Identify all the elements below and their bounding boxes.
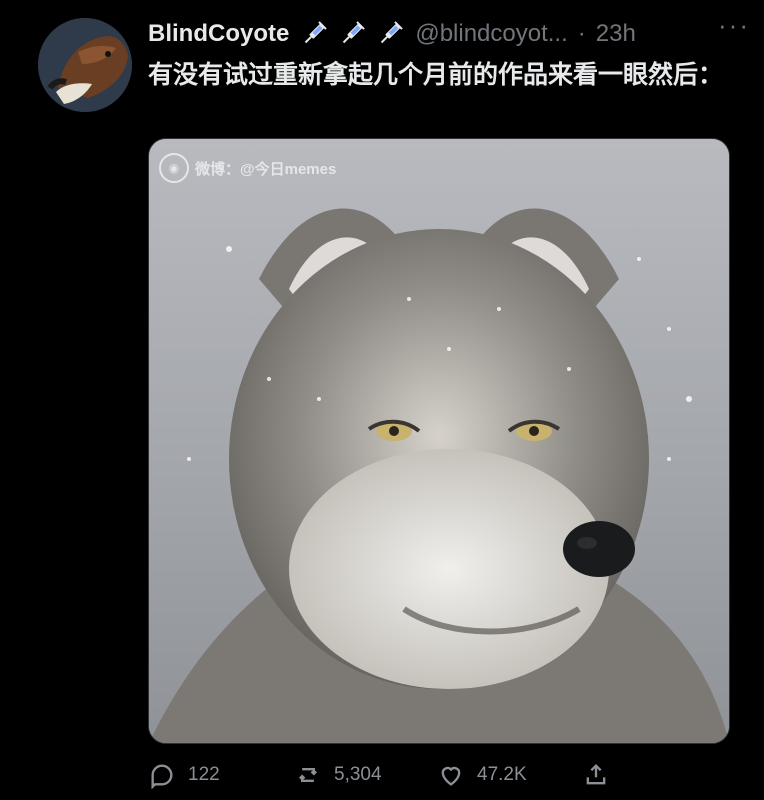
tweet-media[interactable]: ◉ 微博：@今日memes bbox=[148, 138, 730, 744]
watermark: ◉ 微博：@今日memes bbox=[159, 153, 336, 183]
syringe-icon bbox=[381, 21, 404, 44]
weibo-icon: ◉ bbox=[159, 153, 189, 183]
display-name[interactable]: BlindCoyote bbox=[148, 20, 289, 48]
like-count: 47.2K bbox=[477, 764, 527, 785]
syringe-icon bbox=[305, 21, 328, 44]
retweet-icon bbox=[299, 768, 317, 782]
reply-icon bbox=[151, 764, 173, 789]
separator-dot: · bbox=[577, 20, 586, 47]
retweet-count: 5,304 bbox=[334, 764, 382, 785]
avatar-image bbox=[38, 18, 132, 112]
share-button[interactable] bbox=[582, 761, 610, 789]
heart-icon bbox=[441, 766, 461, 786]
watermark-text: 微博：@今日memes bbox=[195, 160, 337, 178]
tweet-actions: 122 5,304 47.2K bbox=[148, 758, 748, 792]
syringe-icon bbox=[343, 21, 366, 44]
avatar[interactable] bbox=[38, 18, 132, 112]
tweet-header: BlindCoyote @blindcoyot... · 23h bbox=[148, 16, 748, 52]
share-icon bbox=[586, 764, 606, 785]
handle[interactable]: @blindcoyot... bbox=[415, 20, 567, 48]
like-button[interactable]: 47.2K bbox=[437, 761, 582, 789]
timestamp[interactable]: 23h bbox=[596, 20, 636, 48]
tweet-text: 有没有试过重新拿起几个月前的作品来看一眼然后： bbox=[148, 61, 724, 89]
reply-button[interactable]: 122 bbox=[148, 761, 294, 789]
more-options-icon[interactable]: ··· bbox=[718, 10, 750, 41]
badge-group bbox=[299, 19, 405, 49]
wolf-image bbox=[149, 139, 729, 743]
reply-count: 122 bbox=[188, 764, 220, 785]
retweet-button[interactable]: 5,304 bbox=[294, 761, 437, 789]
